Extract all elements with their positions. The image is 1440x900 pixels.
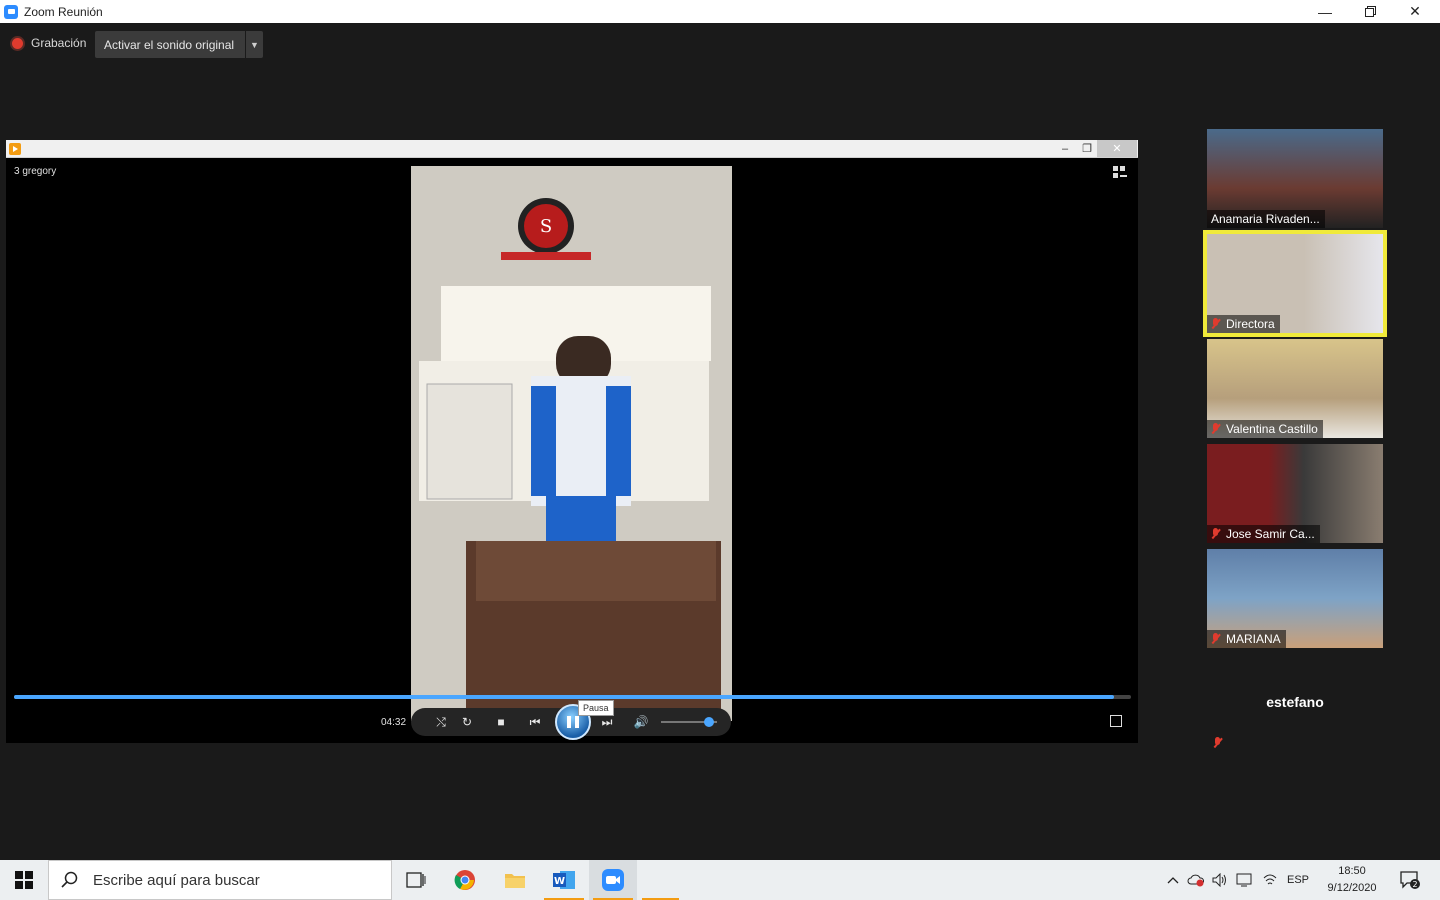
participant-name: estefano xyxy=(1266,694,1324,710)
muted-mic-icon xyxy=(1213,737,1222,749)
record-icon xyxy=(12,37,23,49)
clock-time: 18:50 xyxy=(1338,865,1366,877)
chrome-icon xyxy=(454,870,475,890)
windows-start-button[interactable] xyxy=(0,860,48,900)
seek-bar[interactable] xyxy=(14,695,1131,699)
switch-to-library-icon[interactable] xyxy=(1112,165,1128,179)
elapsed-time: 04:32 xyxy=(381,717,407,728)
participant-tile[interactable]: Anamaria Rivaden... xyxy=(1207,129,1383,228)
shuffle-icon[interactable]: ⤭ xyxy=(431,712,451,732)
clock-date: 9/12/2020 xyxy=(1327,882,1377,894)
taskbar-word[interactable]: W xyxy=(540,860,588,900)
cloud-error-icon xyxy=(1187,874,1205,887)
player-minimize-button[interactable]: – xyxy=(1054,140,1076,157)
window-title: Zoom Reunión xyxy=(24,4,103,19)
participant-name: Jose Samir Ca... xyxy=(1226,527,1315,541)
volume-slider[interactable] xyxy=(661,717,717,727)
participant-name-bar: Directora xyxy=(1207,315,1280,333)
fullscreen-icon[interactable] xyxy=(1110,715,1122,727)
close-button[interactable]: ✕ xyxy=(1392,0,1438,23)
chevron-up-icon xyxy=(1167,877,1179,884)
folder-icon xyxy=(505,874,525,888)
windows-icon xyxy=(15,871,33,889)
muted-mic-icon xyxy=(1211,423,1220,435)
pause-tooltip: Pausa xyxy=(578,700,614,716)
video-frame[interactable]: S xyxy=(411,166,732,721)
muted-mic-icon xyxy=(1211,318,1220,330)
search-icon xyxy=(61,871,78,888)
seek-progress xyxy=(14,695,1115,699)
shared-screen: – ❐ ✕ 3 gregory S 04:32 ⤭ ↻ ■ ⏮ ⏭ 🔊 Paus… xyxy=(6,140,1138,743)
participant-tile-active-speaker[interactable]: Directora xyxy=(1203,230,1387,337)
player-restore-button[interactable]: ❐ xyxy=(1076,140,1098,157)
media-player-titlebar: – ❐ ✕ xyxy=(6,140,1138,158)
recording-label: Grabación xyxy=(31,36,87,50)
tray-volume[interactable] xyxy=(1209,860,1231,900)
tray-device[interactable] xyxy=(1233,860,1255,900)
muted-mic-icon xyxy=(1211,633,1220,645)
taskbar-zoom[interactable] xyxy=(589,860,637,900)
zoom-icon xyxy=(602,869,624,891)
original-sound-button[interactable]: Activar el sonido original xyxy=(95,31,245,58)
meeting-toolbar: Grabación Activar el sonido original ▼ xyxy=(0,23,1440,63)
participant-name: Valentina Castillo xyxy=(1226,422,1318,436)
volume-icon[interactable]: 🔊 xyxy=(631,712,651,732)
participant-tile[interactable]: Valentina Castillo xyxy=(1207,339,1383,438)
zoom-icon xyxy=(4,4,18,19)
original-sound-dropdown[interactable]: ▼ xyxy=(246,31,263,58)
video-title: 3 gregory xyxy=(14,166,57,177)
taskbar-clock[interactable]: 18:50 9/12/2020 xyxy=(1320,863,1384,897)
notification-count: 2 xyxy=(1412,880,1417,889)
video-content: S xyxy=(411,166,732,721)
action-center-button[interactable]: 2 xyxy=(1392,860,1428,900)
repeat-icon[interactable]: ↻ xyxy=(457,712,477,732)
restore-button[interactable] xyxy=(1347,0,1393,23)
wifi-icon xyxy=(1263,874,1277,885)
taskbar-search[interactable]: Escribe aquí para buscar xyxy=(48,860,392,900)
word-icon: W xyxy=(553,871,575,889)
previous-icon[interactable]: ⏮ xyxy=(525,712,545,732)
show-hidden-icons[interactable] xyxy=(1163,860,1183,900)
muted-mic-icon xyxy=(1211,528,1220,540)
speaker-icon xyxy=(1212,873,1226,887)
participant-tile[interactable]: MARIANA xyxy=(1207,549,1383,648)
tray-network[interactable] xyxy=(1259,860,1281,900)
tray-onedrive[interactable] xyxy=(1185,860,1207,900)
input-language[interactable]: ESP xyxy=(1283,860,1313,900)
participant-name-bar: MARIANA xyxy=(1207,630,1286,648)
svg-text:W: W xyxy=(554,876,565,887)
participant-name: Directora xyxy=(1226,317,1275,331)
minimize-button[interactable]: — xyxy=(1302,0,1348,23)
display-icon xyxy=(1236,873,1252,887)
media-player-icon xyxy=(9,143,21,155)
taskbar-media-player[interactable] xyxy=(638,860,683,900)
participant-tile-video-off[interactable]: estefano xyxy=(1207,654,1383,753)
participant-name: Anamaria Rivaden... xyxy=(1207,210,1325,228)
recording-indicator[interactable]: Grabación xyxy=(12,36,86,50)
notification-icon: 2 xyxy=(1400,871,1420,889)
volume-knob[interactable] xyxy=(703,717,714,727)
taskbar-chrome[interactable] xyxy=(441,860,489,900)
player-close-button[interactable]: ✕ xyxy=(1097,140,1137,157)
participant-name-bar: Jose Samir Ca... xyxy=(1207,525,1320,543)
taskbar-file-explorer[interactable] xyxy=(491,860,539,900)
participant-name: MARIANA xyxy=(1226,632,1281,646)
stop-icon[interactable]: ■ xyxy=(491,712,511,732)
task-view-button[interactable] xyxy=(392,860,440,900)
svg-text:S: S xyxy=(540,216,552,237)
participant-name-bar: Valentina Castillo xyxy=(1207,420,1323,438)
taskbar: Escribe aquí para buscar W ESP 18:50 9/1… xyxy=(0,860,1440,900)
participant-tile[interactable]: Jose Samir Ca... xyxy=(1207,444,1383,543)
task-view-icon xyxy=(406,872,426,888)
title-bar: Zoom Reunión — ✕ xyxy=(0,0,1440,23)
search-placeholder: Escribe aquí para buscar xyxy=(93,871,260,889)
player-controls: ⤭ ↻ ■ ⏮ ⏭ 🔊 xyxy=(411,704,731,740)
